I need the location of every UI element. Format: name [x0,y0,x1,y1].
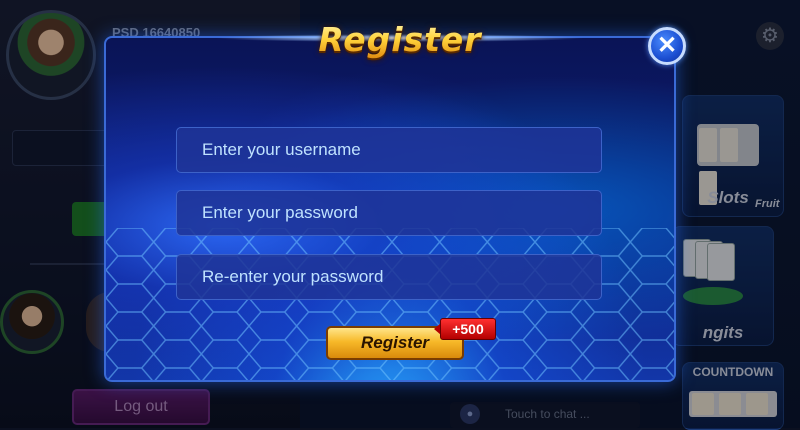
game-card-rungits[interactable]: ngits [672,226,774,346]
chips-image [683,287,743,305]
logout-button[interactable]: Log out [72,389,210,425]
username-input[interactable] [176,127,602,173]
close-icon[interactable]: ✕ [648,27,686,65]
game-card-slots[interactable]: Slots Fruit [682,95,784,217]
countdown-title: COUNTDOWN [692,365,774,379]
gear-icon[interactable]: ⚙ [756,22,784,50]
divider [30,263,110,265]
deposit-button[interactable] [72,202,108,236]
friend-avatar[interactable] [0,290,64,354]
balance-box[interactable] [12,130,114,166]
fruit-reels-image [689,391,777,417]
password-input[interactable] [176,190,602,236]
bonus-badge: +500 [440,318,496,340]
title-banner: Register [214,6,586,68]
chat-placeholder[interactable]: Touch to chat ... [505,407,590,421]
cards-image [683,239,735,285]
game-card-countdown[interactable]: COUNTDOWN [682,362,784,430]
chat-icon: ● [460,404,480,424]
slots-subtitle: Fruit [755,198,780,210]
player-avatar[interactable] [6,10,96,100]
slot-reels-image [697,124,759,205]
confirm-password-input[interactable] [176,254,602,300]
rungits-title: ngits [702,323,744,342]
dialog-title: Register [214,20,586,59]
